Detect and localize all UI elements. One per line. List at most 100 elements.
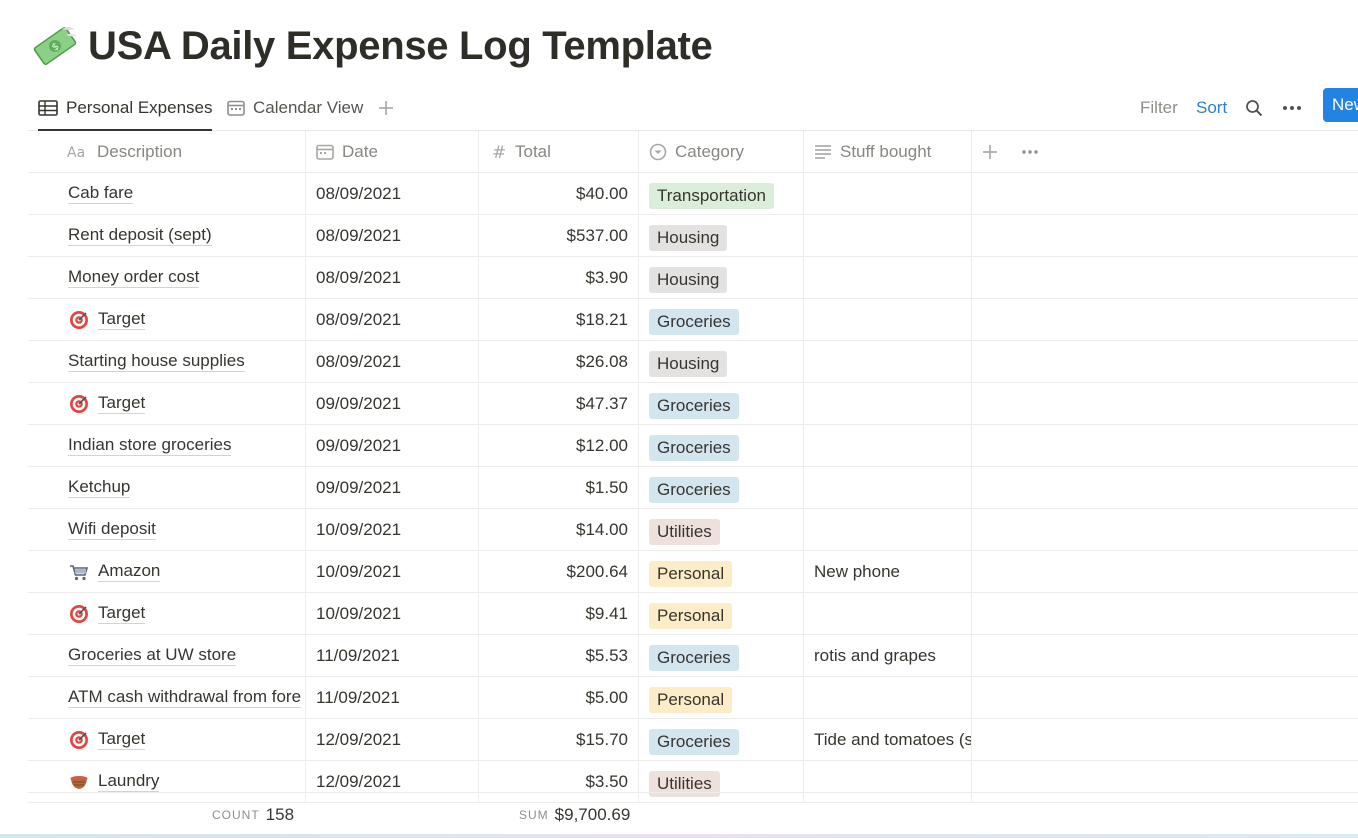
table-row[interactable]: Groceries at UW store 11/09/2021 $5.53 G…: [28, 635, 1358, 677]
category-cell[interactable]: Housing: [639, 257, 804, 298]
table-row[interactable]: Amazon 10/09/2021 $200.64 Personal New p…: [28, 551, 1358, 593]
category-cell[interactable]: Personal: [639, 551, 804, 592]
filter-button[interactable]: Filter: [1140, 86, 1178, 130]
description-cell[interactable]: Ketchup: [28, 467, 306, 508]
table-row[interactable]: Target 12/09/2021 $15.70 Groceries Tide …: [28, 719, 1358, 761]
description-link[interactable]: Laundry: [98, 771, 160, 792]
table-row[interactable]: Ketchup 09/09/2021 $1.50 Groceries: [28, 467, 1358, 509]
description-cell[interactable]: Wifi deposit: [28, 509, 306, 550]
category-cell[interactable]: Housing: [639, 215, 804, 256]
table-row[interactable]: Target 10/09/2021 $9.41 Personal: [28, 593, 1358, 635]
description-link[interactable]: Target: [98, 729, 146, 750]
description-cell[interactable]: Amazon: [28, 551, 306, 592]
category-cell[interactable]: Housing: [639, 341, 804, 382]
description-link[interactable]: Ketchup: [68, 477, 131, 498]
date-cell[interactable]: 10/09/2021: [306, 509, 479, 550]
stuff-bought-cell[interactable]: rotis and grapes: [804, 635, 972, 676]
date-cell[interactable]: 09/09/2021: [306, 467, 479, 508]
table-row[interactable]: Starting house supplies 08/09/2021 $26.0…: [28, 341, 1358, 383]
category-cell[interactable]: Groceries: [639, 635, 804, 676]
description-link[interactable]: Groceries at UW store: [68, 645, 237, 666]
tab-personal-expenses[interactable]: Personal Expenses: [38, 86, 213, 131]
stuff-bought-cell[interactable]: [804, 677, 972, 718]
table-row[interactable]: Target 09/09/2021 $47.37 Groceries: [28, 383, 1358, 425]
column-header-description[interactable]: Aa Description: [28, 131, 306, 172]
count-summary[interactable]: COUNT 158: [212, 793, 294, 837]
category-cell[interactable]: Groceries: [639, 299, 804, 340]
total-cell[interactable]: $5.53: [479, 635, 639, 676]
description-cell[interactable]: Cab fare: [28, 173, 306, 214]
tab-calendar-view[interactable]: Calendar View: [227, 86, 363, 130]
date-cell[interactable]: 08/09/2021: [306, 173, 479, 214]
stuff-bought-cell[interactable]: [804, 593, 972, 634]
description-link[interactable]: Target: [98, 309, 146, 330]
total-cell[interactable]: $3.90: [479, 257, 639, 298]
money-with-wings-icon[interactable]: $: [30, 21, 80, 71]
sum-summary[interactable]: SUM $9,700.69: [519, 793, 630, 837]
description-link[interactable]: Starting house supplies: [68, 351, 245, 372]
date-cell[interactable]: 10/09/2021: [306, 593, 479, 634]
stuff-bought-cell[interactable]: New phone: [804, 551, 972, 592]
total-cell[interactable]: $9.41: [479, 593, 639, 634]
table-row[interactable]: Target 08/09/2021 $18.21 Groceries: [28, 299, 1358, 341]
sort-button[interactable]: Sort: [1196, 86, 1227, 130]
date-cell[interactable]: 09/09/2021: [306, 383, 479, 424]
column-header-total[interactable]: # Total: [479, 131, 639, 172]
date-cell[interactable]: 09/09/2021: [306, 425, 479, 466]
stuff-bought-cell[interactable]: [804, 257, 972, 298]
stuff-bought-cell[interactable]: [804, 215, 972, 256]
stuff-bought-cell[interactable]: [804, 383, 972, 424]
description-link[interactable]: Wifi deposit: [68, 519, 156, 540]
column-options-button[interactable]: [1021, 131, 1039, 172]
description-link[interactable]: Target: [98, 393, 146, 414]
date-cell[interactable]: 11/09/2021: [306, 635, 479, 676]
search-button[interactable]: [1245, 86, 1263, 130]
total-cell[interactable]: $26.08: [479, 341, 639, 382]
table-row[interactable]: Indian store groceries 09/09/2021 $12.00…: [28, 425, 1358, 467]
description-link[interactable]: Amazon: [98, 561, 161, 582]
stuff-bought-cell[interactable]: [804, 425, 972, 466]
description-link[interactable]: Money order cost: [68, 267, 200, 288]
total-cell[interactable]: $5.00: [479, 677, 639, 718]
description-cell[interactable]: Target: [28, 719, 306, 760]
category-cell[interactable]: Transportation: [639, 173, 804, 214]
description-cell[interactable]: Groceries at UW store: [28, 635, 306, 676]
total-cell[interactable]: $18.21: [479, 299, 639, 340]
column-header-date[interactable]: Date: [306, 131, 479, 172]
category-cell[interactable]: Groceries: [639, 467, 804, 508]
stuff-bought-cell[interactable]: Tide and tomatoes (s: [804, 719, 972, 760]
total-cell[interactable]: $14.00: [479, 509, 639, 550]
description-link[interactable]: ATM cash withdrawal from fore: [68, 687, 302, 708]
date-cell[interactable]: 11/09/2021: [306, 677, 479, 718]
stuff-bought-cell[interactable]: [804, 341, 972, 382]
date-cell[interactable]: 10/09/2021: [306, 551, 479, 592]
description-link[interactable]: Rent deposit (sept): [68, 225, 212, 246]
table-row[interactable]: Wifi deposit 10/09/2021 $14.00 Utilities: [28, 509, 1358, 551]
description-cell[interactable]: Target: [28, 299, 306, 340]
description-cell[interactable]: Target: [28, 383, 306, 424]
description-cell[interactable]: Money order cost: [28, 257, 306, 298]
date-cell[interactable]: 08/09/2021: [306, 257, 479, 298]
date-cell[interactable]: 12/09/2021: [306, 719, 479, 760]
description-link[interactable]: Cab fare: [68, 183, 134, 204]
table-row[interactable]: Rent deposit (sept) 08/09/2021 $537.00 H…: [28, 215, 1358, 257]
date-cell[interactable]: 08/09/2021: [306, 215, 479, 256]
description-link[interactable]: Indian store groceries: [68, 435, 232, 456]
total-cell[interactable]: $40.00: [479, 173, 639, 214]
total-cell[interactable]: $537.00: [479, 215, 639, 256]
table-row[interactable]: Money order cost 08/09/2021 $3.90 Housin…: [28, 257, 1358, 299]
category-cell[interactable]: Utilities: [639, 509, 804, 550]
description-cell[interactable]: Target: [28, 593, 306, 634]
description-link[interactable]: Target: [98, 603, 146, 624]
category-cell[interactable]: Groceries: [639, 719, 804, 760]
total-cell[interactable]: $200.64: [479, 551, 639, 592]
date-cell[interactable]: 08/09/2021: [306, 299, 479, 340]
description-cell[interactable]: Rent deposit (sept): [28, 215, 306, 256]
date-cell[interactable]: 08/09/2021: [306, 341, 479, 382]
add-view-button[interactable]: [378, 86, 394, 130]
total-cell[interactable]: $12.00: [479, 425, 639, 466]
category-cell[interactable]: Personal: [639, 593, 804, 634]
category-cell[interactable]: Personal: [639, 677, 804, 718]
table-row[interactable]: Cab fare 08/09/2021 $40.00 Transportatio…: [28, 173, 1358, 215]
description-cell[interactable]: ATM cash withdrawal from fore: [28, 677, 306, 718]
